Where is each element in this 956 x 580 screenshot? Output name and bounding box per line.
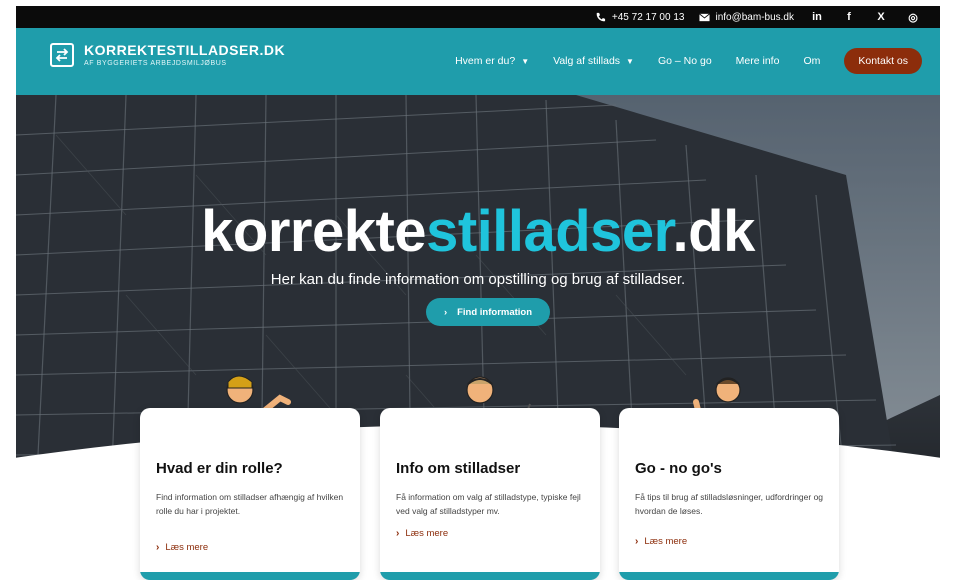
chevron-right-icon: › — [443, 306, 448, 318]
page: +45 72 17 00 13 info@bam-bus.dk in f X ◎… — [0, 0, 956, 580]
nav-about[interactable]: Om — [803, 55, 820, 67]
email-link[interactable]: info@bam-bus.dk — [698, 11, 794, 23]
caret-down-icon: ▼ — [521, 56, 530, 66]
link-label: Læs mere — [644, 536, 688, 547]
hero-subtitle: Her kan du finde information om opstilli… — [270, 271, 686, 288]
card-title: Hvad er din rolle? — [156, 460, 283, 477]
read-more-link[interactable]: › Læs mere — [396, 528, 448, 539]
nav-more-info[interactable]: Mere info — [736, 55, 780, 67]
hero-title-part-1: korrekte — [201, 199, 427, 264]
caret-down-icon: ▼ — [626, 56, 634, 66]
link-label: Læs mere — [405, 528, 449, 539]
contact-strip: +45 72 17 00 13 info@bam-bus.dk in f X ◎ — [16, 6, 940, 28]
mail-icon — [698, 11, 710, 23]
hero-title-part-3: .dk — [672, 199, 756, 264]
card-title: Go - no go's — [635, 460, 722, 477]
site-header: KORREKTESTILLADSER.DK AF BYGGERIETS ARBE… — [16, 28, 940, 95]
phone-link[interactable]: +45 72 17 00 13 — [595, 11, 685, 23]
card-accent-bar — [140, 572, 360, 580]
chevron-right-icon: › — [156, 542, 160, 553]
email-text: info@bam-bus.dk — [715, 11, 794, 23]
logo-subtitle: AF BYGGERIETS ARBEJDSMILJØBUS — [84, 60, 227, 67]
card-text: Få tips til brug af stilladsløsninger, u… — [635, 492, 824, 516]
instagram-icon[interactable]: ◎ — [904, 11, 922, 24]
link-label: Læs mere — [165, 542, 209, 553]
nav-who-are-you[interactable]: Hvem er du? ▼ — [455, 55, 529, 67]
chevron-right-icon: › — [396, 528, 400, 539]
logo-mark-icon — [50, 42, 74, 67]
nav-go-no-go[interactable]: Go – No go — [658, 55, 712, 67]
read-more-link[interactable]: › Læs mere — [156, 542, 208, 553]
main-nav: Hvem er du? ▼ Valg af stillads ▼ Go – No… — [455, 48, 922, 74]
linkedin-icon[interactable]: in — [808, 11, 826, 23]
nav-scaffold-choice[interactable]: Valg af stillads ▼ — [553, 55, 634, 67]
card-text: Få information om valg af stilladstype, … — [396, 492, 581, 516]
hero-title: korrektestilladser.dk — [16, 198, 940, 265]
facebook-icon[interactable]: f — [840, 11, 858, 23]
nav-label: Hvem er du? — [455, 55, 516, 67]
card-text: Find information om stilladser afhængig … — [156, 492, 344, 516]
chevron-right-icon: › — [635, 536, 639, 547]
card-accent-bar — [380, 572, 600, 580]
top-bar: +45 72 17 00 13 info@bam-bus.dk in f X ◎ — [0, 0, 956, 30]
button-label: Find information — [457, 306, 533, 318]
logo-title: KORREKTESTILLADSER.DK — [84, 42, 286, 58]
card-role[interactable]: Hvad er din rolle? Find information om s… — [140, 408, 360, 580]
x-icon[interactable]: X — [872, 11, 890, 23]
phone-text: +45 72 17 00 13 — [611, 11, 685, 23]
card-title: Info om stilladser — [396, 460, 521, 477]
hero-title-part-2: stilladser — [426, 199, 673, 264]
read-more-link[interactable]: › Læs mere — [635, 536, 687, 547]
contact-button[interactable]: Kontakt os — [844, 48, 922, 74]
card-go-no-go[interactable]: Go - no go's Få tips til brug af stillad… — [619, 408, 839, 580]
phone-icon — [595, 11, 607, 23]
card-accent-bar — [619, 572, 839, 580]
card-scaffold-info[interactable]: Info om stilladser Få information om val… — [380, 408, 600, 580]
logo[interactable]: KORREKTESTILLADSER.DK AF BYGGERIETS ARBE… — [50, 42, 285, 67]
nav-label: Valg af stillads — [553, 55, 621, 67]
find-information-button[interactable]: › Find information — [426, 298, 550, 326]
